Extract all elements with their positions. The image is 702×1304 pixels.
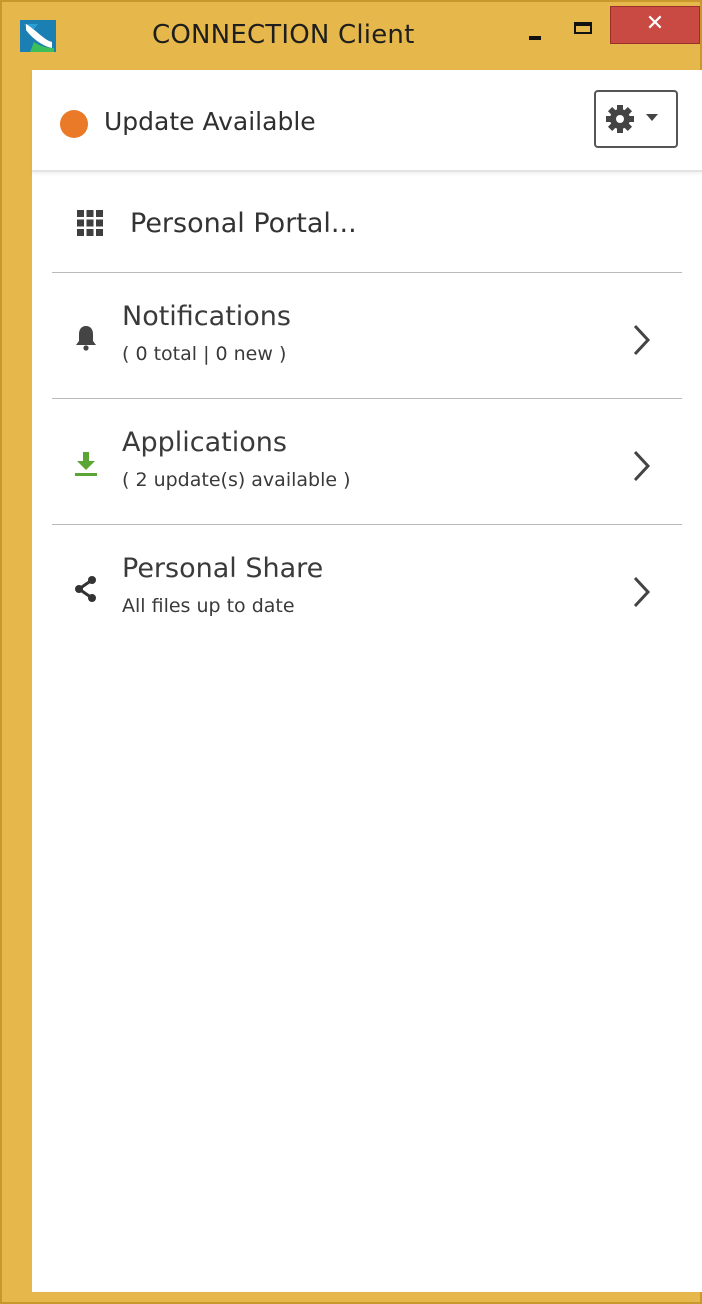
menu-item-subtitle: ( 0 total | 0 new ) — [122, 343, 287, 365]
bell-icon — [72, 323, 100, 351]
personal-portal-link[interactable]: Personal Portal... — [32, 170, 702, 272]
close-button[interactable]: ✕ — [610, 6, 700, 44]
app-window: CONNECTION Client ✕ Update Available Per… — [0, 0, 702, 1304]
chevron-right-icon — [628, 449, 656, 483]
maximize-button[interactable] — [568, 6, 608, 42]
menu-item-title: Personal Share — [122, 553, 324, 584]
status-bar: Update Available — [32, 70, 702, 172]
menu-item-title: Applications — [122, 427, 287, 458]
menu-item-personal-share[interactable]: Personal Share All files up to date — [32, 525, 702, 649]
menu-item-title: Notifications — [122, 301, 291, 332]
personal-portal-label: Personal Portal... — [130, 208, 357, 239]
gear-icon — [605, 104, 635, 134]
status-indicator-dot — [60, 110, 88, 138]
title-bar[interactable]: CONNECTION Client ✕ — [2, 2, 700, 68]
minimize-button[interactable] — [512, 6, 558, 42]
app-logo-icon — [20, 20, 56, 52]
status-text: Update Available — [104, 107, 316, 136]
chevron-down-icon — [646, 114, 658, 121]
download-icon — [72, 449, 100, 477]
window-title: CONNECTION Client — [152, 20, 415, 50]
minimize-icon — [529, 36, 541, 40]
apps-grid-icon — [77, 210, 103, 236]
settings-dropdown-button[interactable] — [594, 90, 678, 148]
menu-item-subtitle: ( 2 update(s) available ) — [122, 469, 351, 491]
menu-item-applications[interactable]: Applications ( 2 update(s) available ) — [32, 399, 702, 523]
chevron-right-icon — [628, 575, 656, 609]
close-icon: ✕ — [645, 11, 665, 36]
share-icon — [72, 575, 100, 603]
menu-item-subtitle: All files up to date — [122, 595, 295, 617]
chevron-right-icon — [628, 323, 656, 357]
menu-item-notifications[interactable]: Notifications ( 0 total | 0 new ) — [32, 273, 702, 397]
maximize-icon — [574, 22, 592, 34]
client-area: Update Available Personal Portal... Noti… — [32, 70, 702, 1292]
